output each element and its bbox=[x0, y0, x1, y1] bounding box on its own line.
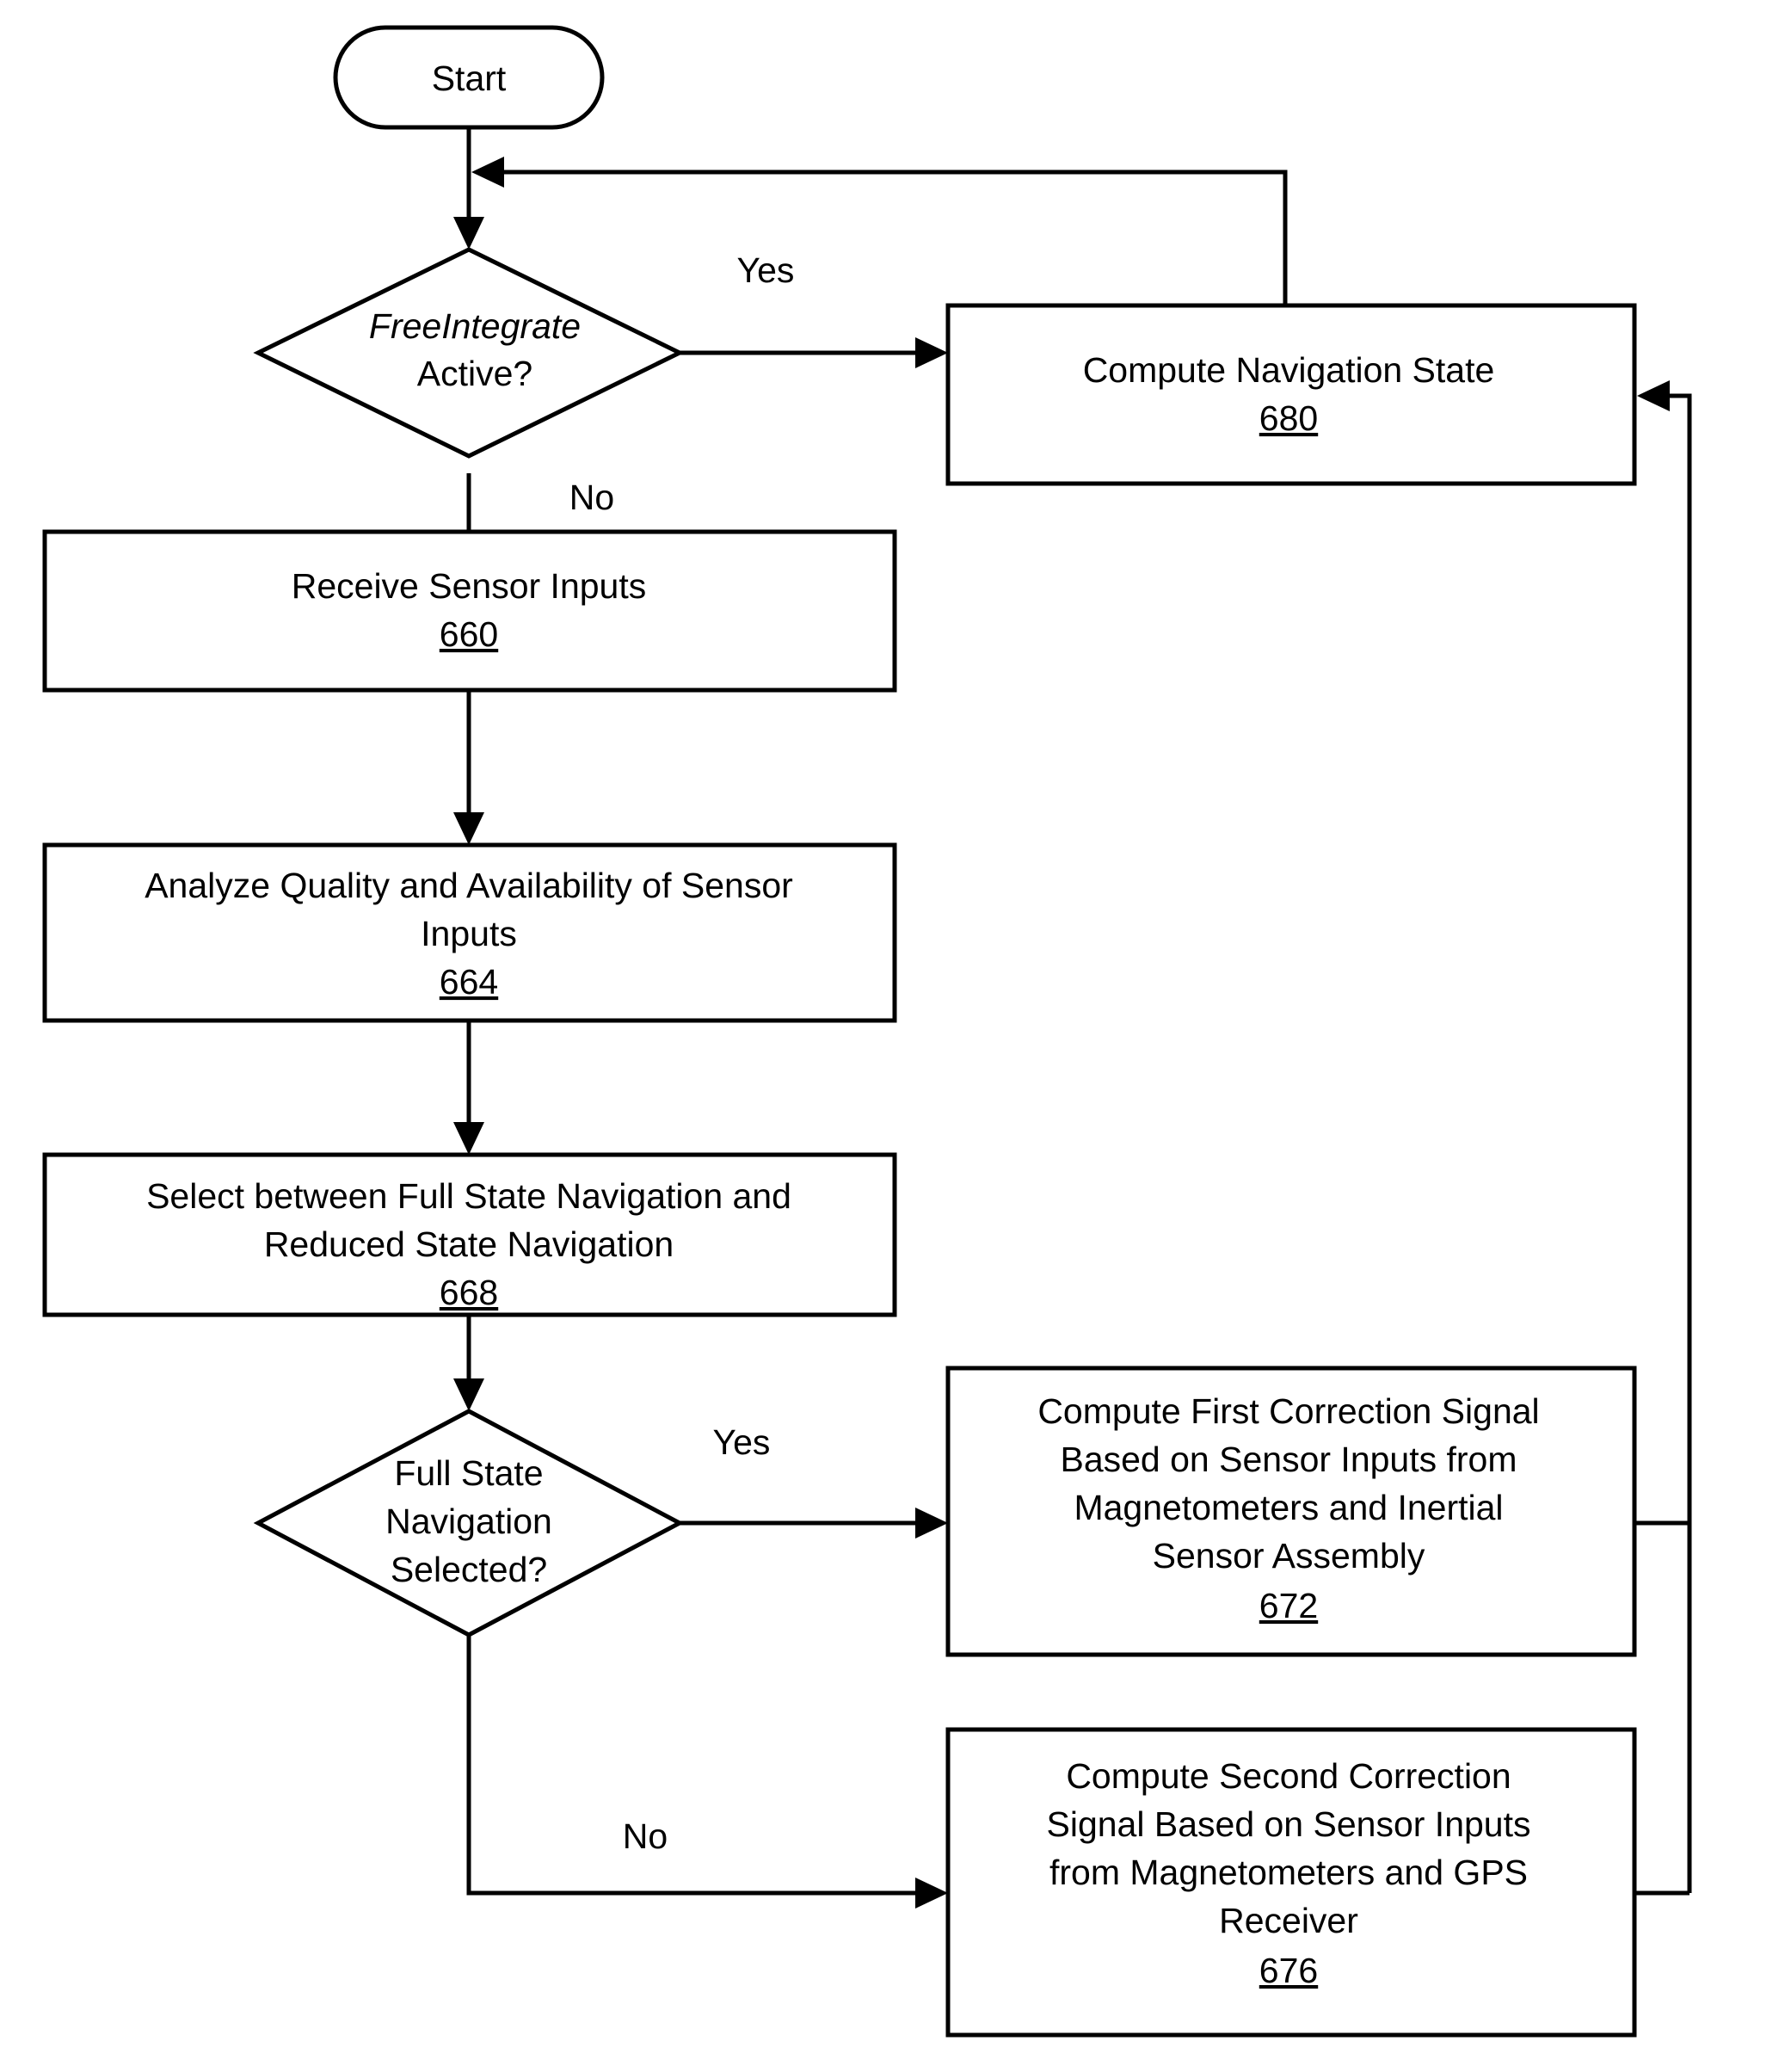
label-select-navigation-line2: Reduced State Navigation bbox=[264, 1224, 674, 1264]
connector-bus-to-680 bbox=[1656, 393, 1692, 1893]
edge-label-freeintegrate-yes: Yes bbox=[737, 250, 795, 290]
flowchart-svg: Start FreeIntegrate Active? Yes No Compu… bbox=[42, 25, 1692, 2038]
flowchart-canvas: Start FreeIntegrate Active? Yes No Compu… bbox=[0, 0, 1791, 2072]
connector-loopback-680 bbox=[490, 170, 1288, 305]
label-full-state-line2: Navigation bbox=[385, 1502, 552, 1541]
label-analyze-quality-line1: Analyze Quality and Availability of Sens… bbox=[145, 866, 793, 905]
label-compute-navigation-state: Compute Navigation State bbox=[1083, 350, 1495, 390]
label-full-state-line1: Full State bbox=[394, 1453, 543, 1493]
arrowhead-loopback-680 bbox=[471, 157, 504, 188]
label-first-correction-line2: Based on Sensor Inputs from bbox=[1060, 1440, 1517, 1479]
ref-664: 664 bbox=[440, 962, 498, 1002]
label-second-correction-line2: Signal Based on Sensor Inputs bbox=[1047, 1804, 1531, 1844]
label-second-correction-line3: from Magnetometers and GPS bbox=[1049, 1853, 1528, 1892]
ref-676: 676 bbox=[1259, 1951, 1318, 1990]
connector-fullstate-no bbox=[466, 1635, 929, 1896]
arrowhead-668-to-fullstate bbox=[453, 1378, 484, 1411]
label-first-correction-line1: Compute First Correction Signal bbox=[1037, 1391, 1539, 1431]
ref-680: 680 bbox=[1259, 398, 1318, 438]
arrowhead-start-to-freeintegrate bbox=[453, 217, 484, 250]
arrowhead-664-to-668 bbox=[453, 1122, 484, 1155]
ref-668: 668 bbox=[440, 1273, 498, 1312]
arrowhead-bus-to-680 bbox=[1637, 380, 1670, 411]
label-first-correction-line4: Sensor Assembly bbox=[1153, 1536, 1425, 1576]
ref-672: 672 bbox=[1259, 1586, 1318, 1625]
node-receive-sensor-inputs[interactable] bbox=[42, 529, 897, 693]
label-analyze-quality-line2: Inputs bbox=[421, 914, 517, 953]
arrowhead-fullstate-yes bbox=[915, 1508, 948, 1539]
edge-label-fullstate-yes: Yes bbox=[713, 1422, 771, 1462]
label-full-state-line3: Selected? bbox=[391, 1550, 547, 1589]
arrowhead-fullstate-no bbox=[915, 1878, 948, 1909]
arrowhead-660-to-664 bbox=[453, 812, 484, 845]
edge-label-fullstate-no: No bbox=[623, 1816, 668, 1856]
label-start: Start bbox=[432, 59, 507, 98]
node-decision-freeintegrate[interactable] bbox=[253, 247, 685, 459]
arrowhead-freeintegrate-yes bbox=[915, 337, 948, 368]
edge-label-freeintegrate-no: No bbox=[569, 478, 614, 517]
label-first-correction-line3: Magnetometers and Inertial bbox=[1074, 1488, 1503, 1527]
label-receive-sensor-inputs: Receive Sensor Inputs bbox=[292, 566, 647, 606]
label-second-correction-line1: Compute Second Correction bbox=[1066, 1756, 1511, 1796]
ref-660: 660 bbox=[440, 614, 498, 654]
node-compute-navigation-state[interactable] bbox=[945, 303, 1637, 486]
label-second-correction-line4: Receiver bbox=[1219, 1901, 1358, 1940]
label-freeintegrate-active: Active? bbox=[417, 354, 532, 393]
label-select-navigation-line1: Select between Full State Navigation and bbox=[146, 1176, 791, 1216]
label-freeintegrate-term: FreeIntegrate bbox=[369, 306, 581, 346]
